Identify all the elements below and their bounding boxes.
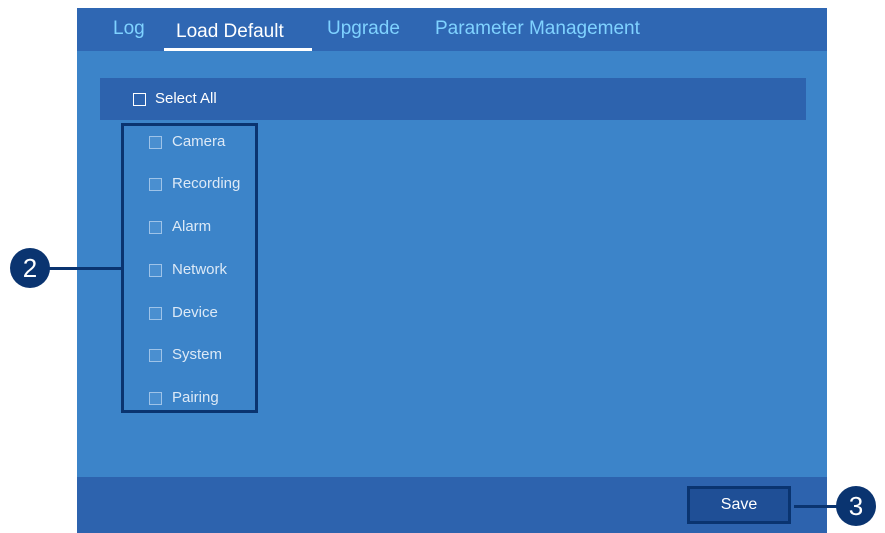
tab-parameter-management[interactable]: Parameter Management bbox=[435, 18, 640, 40]
callout-2-badge: 2 bbox=[10, 248, 50, 288]
callout-3-badge: 3 bbox=[836, 486, 876, 526]
tab-upgrade[interactable]: Upgrade bbox=[327, 18, 400, 40]
options-callout-box bbox=[121, 123, 258, 413]
tab-log[interactable]: Log bbox=[113, 18, 145, 40]
tab-load-default[interactable]: Load Default bbox=[176, 21, 284, 43]
active-tab-indicator bbox=[164, 48, 312, 51]
select-all-label[interactable]: Select All bbox=[155, 90, 217, 107]
save-button[interactable]: Save bbox=[687, 486, 791, 524]
callout-2-line bbox=[45, 267, 121, 270]
callout-3-line bbox=[794, 505, 842, 508]
select-all-row: Select All bbox=[100, 78, 806, 120]
tab-bar: Log Load Default Upgrade Parameter Manag… bbox=[77, 8, 827, 51]
select-all-checkbox[interactable] bbox=[133, 93, 146, 106]
